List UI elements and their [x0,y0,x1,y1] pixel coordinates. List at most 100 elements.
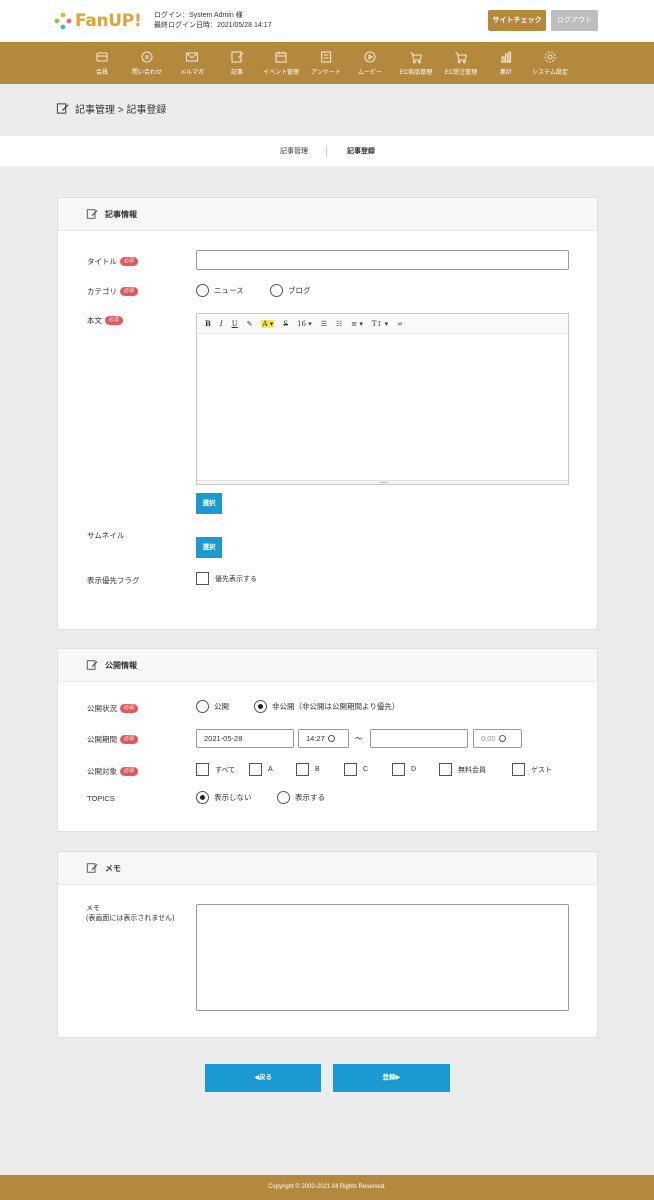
title-label: タイトル 必須 [87,256,139,267]
nav-item-survey[interactable]: アンケート [311,50,341,76]
category-radio-blog[interactable]: ブログ [270,284,311,297]
topics-radio-show[interactable]: 表示する [277,791,325,804]
nav-label: EC受注管理 [444,70,478,76]
nav-label: イベント管理 [262,70,300,76]
target-checkbox-b[interactable]: B [296,763,320,776]
submit-button[interactable]: 登録▶ [333,1064,450,1092]
target-checkbox-all[interactable]: すべて [196,763,235,776]
required-badge: 必須 [120,287,139,296]
status-radio-public[interactable]: 公開 [196,700,229,713]
required-badge: 必須 [120,704,139,713]
checkbox-label: C [363,766,369,773]
target-checkbox-c[interactable]: C [344,763,368,776]
card-header: 公開情報 [58,649,597,682]
brand-name: FanUP! [75,11,142,31]
priority-checkbox[interactable]: 優先表示する [196,572,257,585]
mail-icon [185,50,199,64]
target-checkbox-free[interactable]: 無料会員 [439,763,486,776]
underline-button[interactable]: U [232,320,238,328]
period-label-text: 公開期間 [87,735,117,744]
edit-icon [86,660,98,670]
chart-icon [499,50,513,64]
checkbox-label: A [268,766,273,773]
end-time-input[interactable]: 0:00 [473,729,522,748]
bold-button[interactable]: B [205,319,211,328]
checkbox-box [196,763,209,776]
line-height-select[interactable]: T↕ ▾ [372,320,388,328]
nav-item-movie[interactable]: ムービー [358,50,382,76]
card-header: 記事情報 [58,198,597,231]
target-checkbox-guest[interactable]: ゲスト [512,763,552,776]
target-checkbox-d[interactable]: D [392,763,416,776]
end-time-value: 0:00 [481,734,496,743]
cart-icon [454,50,468,64]
nav-item-inquiry[interactable]: 問い合わせ [132,50,162,76]
nav-label: EC商品管理 [399,70,433,76]
nav-item-event[interactable]: イベント管理 [263,50,299,76]
play-icon [363,50,377,64]
radio-circle [196,284,209,297]
thumbnail-select-button[interactable]: 選択 [196,537,222,558]
last-login: 最終ログイン日時：2021/05/28 14:17 [154,22,272,29]
nav-item-article[interactable]: 記事 [230,50,244,76]
start-time-input[interactable]: 14:27 [298,729,349,748]
nav-item-ec-products[interactable]: EC商品管理 [400,50,432,76]
checkbox-box [512,763,525,776]
nav-label: アンケート [311,70,341,76]
checkbox-label: 優先表示する [215,575,257,583]
category-radio-news[interactable]: ニュース [196,284,244,297]
radio-label: ブログ [288,286,311,295]
logo-mark-icon [54,12,72,30]
strike-button[interactable]: S [283,320,288,328]
checkbox-box [439,763,452,776]
align-select[interactable]: ≡ ▾ [351,320,363,328]
survey-icon [319,50,333,64]
nav-item-system[interactable]: システム設定 [532,50,568,76]
nav-item-members[interactable]: 会員 [95,50,109,76]
required-badge: 必須 [120,257,139,266]
start-date-input[interactable]: 2021-05-28 [196,729,294,748]
nav-label: 集計 [499,70,512,76]
cart-icon [409,50,423,64]
nav-label: 問い合わせ [131,70,163,76]
target-checkbox-a[interactable]: A [249,763,273,776]
italic-button[interactable]: I [220,320,223,328]
nav-item-mail[interactable]: メルマガ [180,50,204,76]
nav-item-stats[interactable]: 集計 [499,50,513,76]
back-button[interactable]: ◀戻る [205,1064,321,1092]
logout-button[interactable]: ログアウト [551,10,598,31]
eraser-button[interactable]: ✎ [247,320,253,328]
title-input[interactable] [196,250,569,270]
body-editor[interactable]: B I U ✎ A ▾ S 16 ▾ ☰ ☷ ≡ ▾ T↕ ▾ ∞ [196,313,569,485]
status-radio-private[interactable]: 非公開（非公開は公開期間より優先） [254,700,399,713]
highlight-button[interactable]: A ▾ [261,319,275,328]
body-label: 本文 必須 [87,315,124,326]
target-label: 公開対象 必須 [87,766,139,777]
calendar-icon [274,50,288,64]
number-list-button[interactable]: ☷ [336,320,342,328]
topics-radio-hide[interactable]: 表示しない [196,791,252,804]
editor-resize-handle[interactable] [197,480,568,484]
status-label: 公開状況 必須 [87,703,139,714]
end-date-input[interactable] [370,729,468,748]
site-check-button[interactable]: サイトチェック [488,10,546,31]
nav-item-ec-orders[interactable]: EC受注管理 [445,50,477,76]
font-size-select[interactable]: 16 ▾ [297,320,312,328]
link-button[interactable]: ∞ [397,320,403,328]
article-icon [230,50,244,64]
radio-circle-checked [254,700,267,713]
required-badge: 必須 [120,735,139,744]
card-title: メモ [105,863,121,873]
main-nav: 会員 問い合わせ メルマガ 記事 イベント管理 アンケート ムービー EC商品管… [0,42,654,84]
radio-circle [277,791,290,804]
tab-article-register[interactable]: 記事登録 [347,146,375,156]
required-badge: 必須 [120,767,139,776]
memo-textarea[interactable] [196,904,569,1011]
editor-toolbar: B I U ✎ A ▾ S 16 ▾ ☰ ☷ ≡ ▾ T↕ ▾ ∞ [197,314,568,334]
bullet-list-button[interactable]: ☰ [321,320,327,328]
body-select-button[interactable]: 選択 [196,493,222,514]
logo[interactable]: FanUP! [54,11,142,31]
priority-label: 表示優先フラグ [87,576,140,585]
login-info: ログイン：System Admin 様 最終ログイン日時：2021/05/28 … [154,11,272,31]
tab-article-list[interactable]: 記事管理 [280,146,308,156]
